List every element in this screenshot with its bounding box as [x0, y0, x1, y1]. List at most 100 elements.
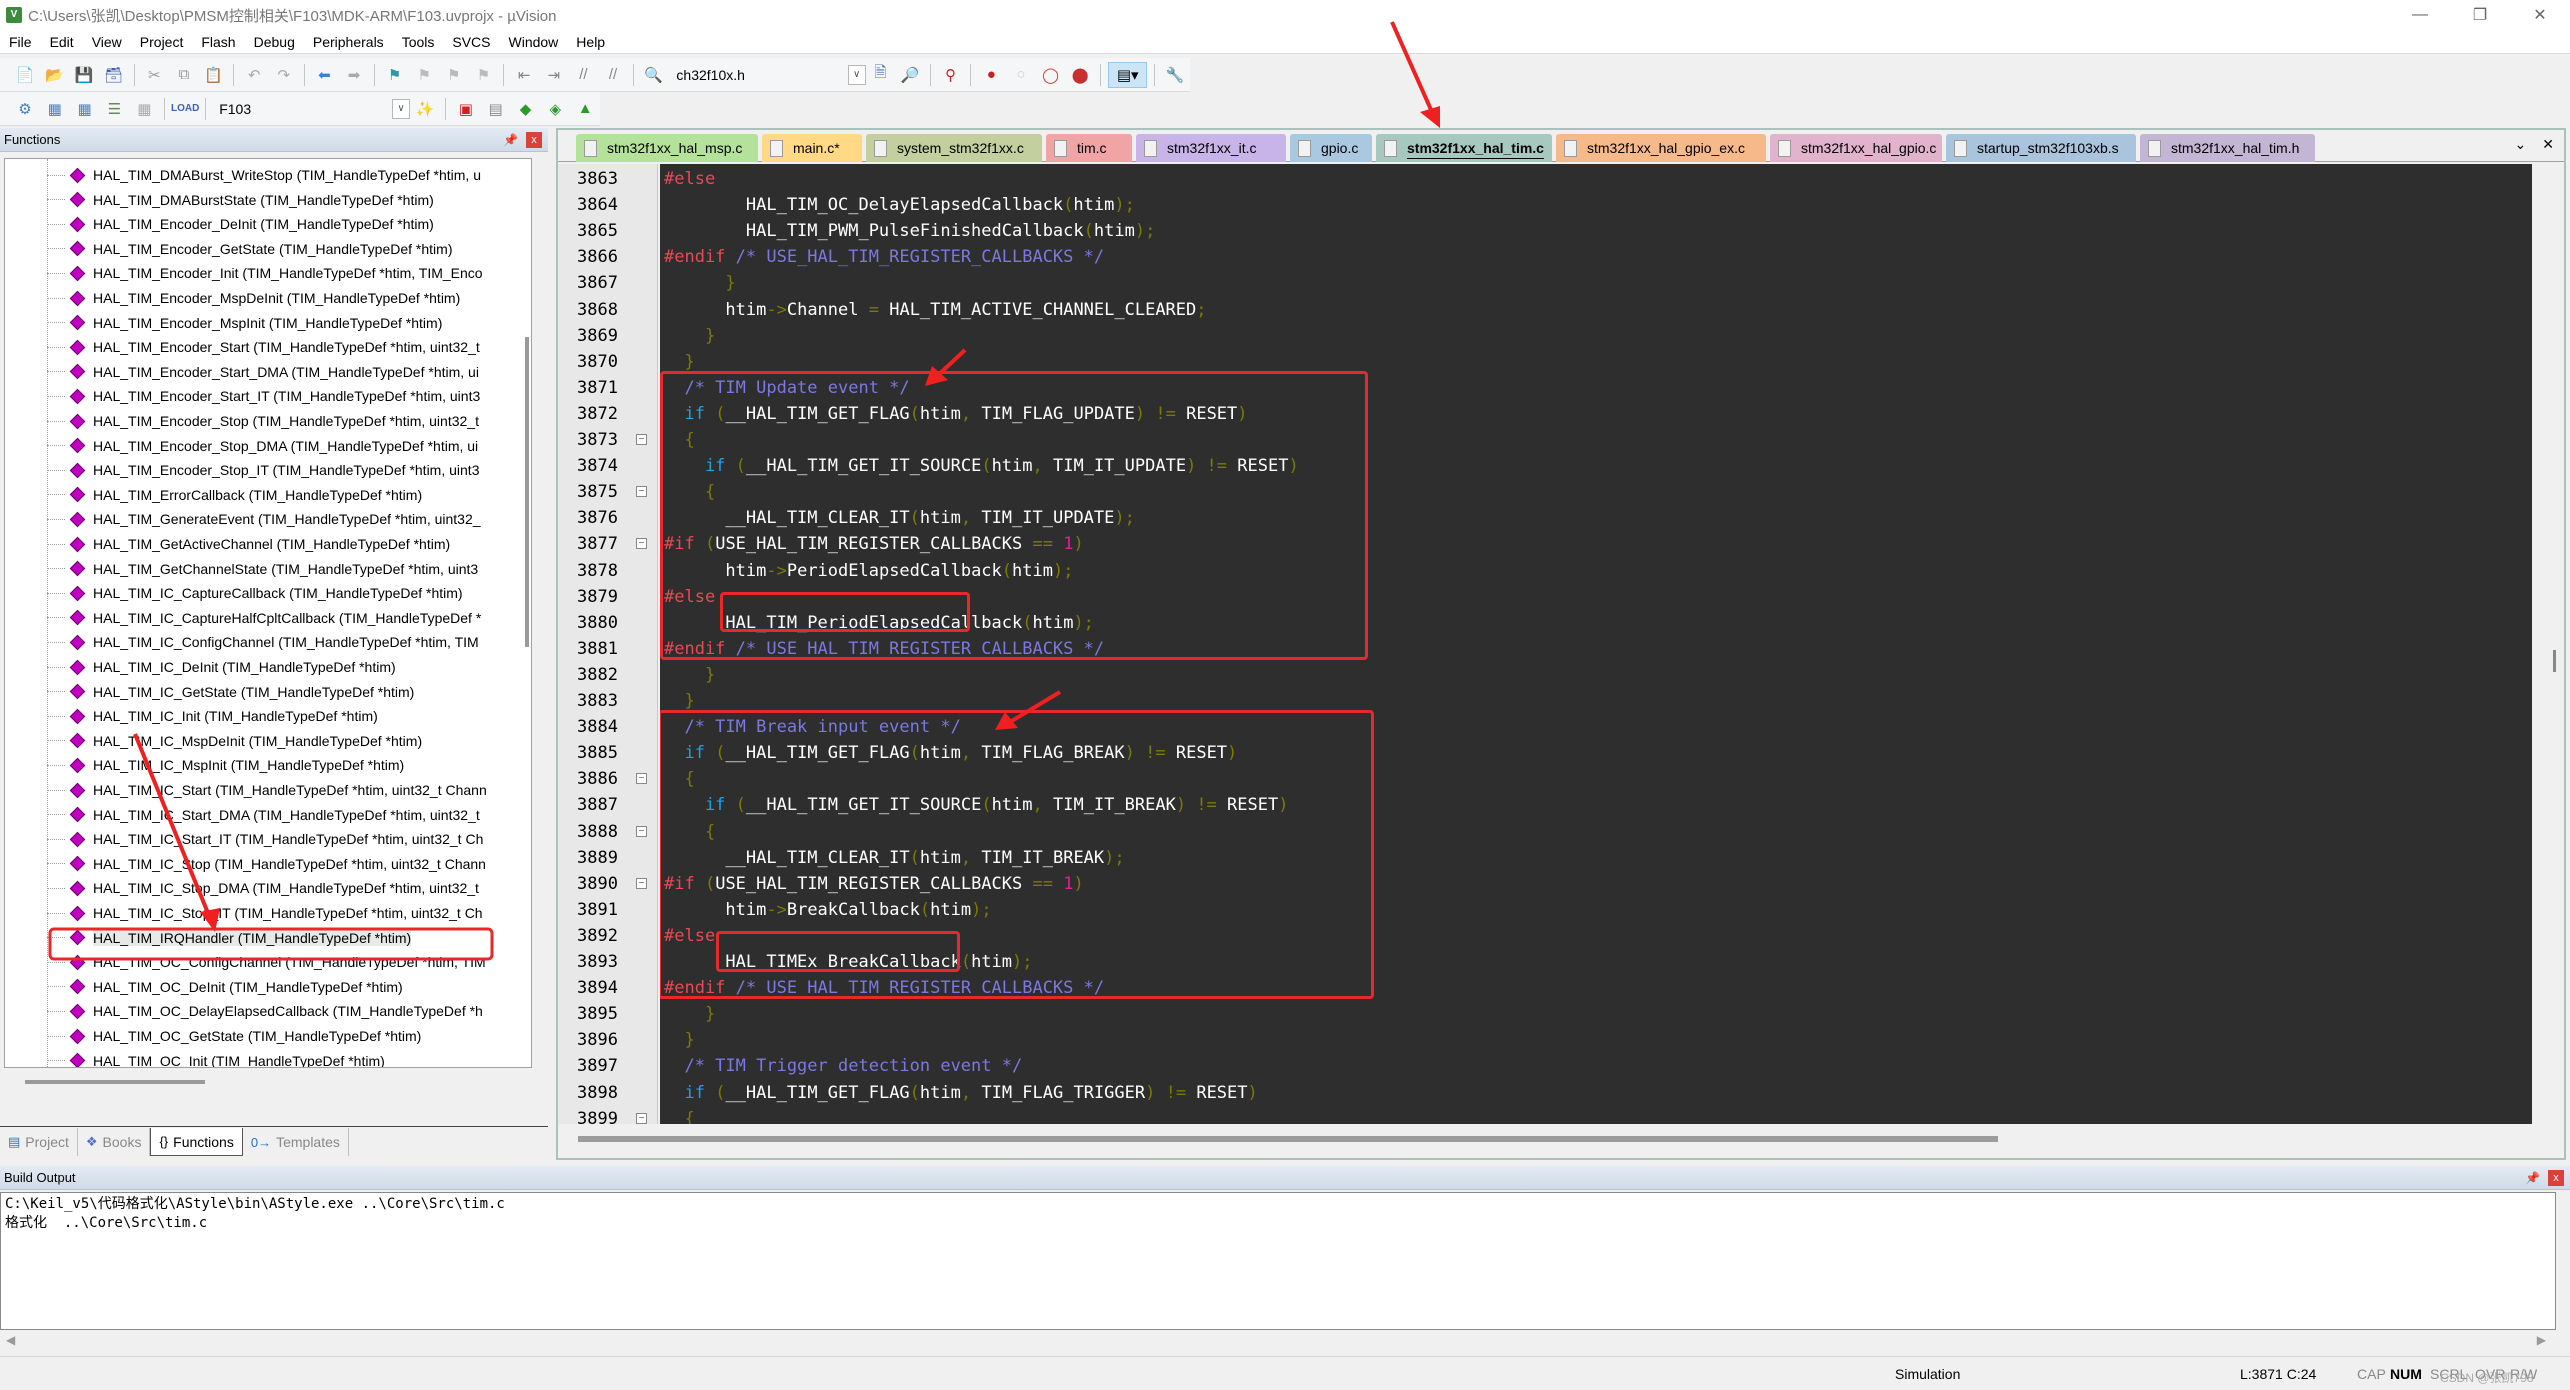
function-list-item[interactable]: HAL_TIM_IC_CaptureCallback (TIM_HandleTy… — [47, 581, 527, 605]
function-list-item[interactable]: HAL_TIM_OC_DeInit (TIM_HandleTypeDef *ht… — [47, 975, 527, 999]
function-list-item[interactable]: HAL_TIM_Encoder_Stop_IT (TIM_HandleTypeD… — [47, 458, 527, 482]
close-button[interactable]: ✕ — [2510, 0, 2570, 30]
scroll-right-icon[interactable]: ▶ — [2537, 1333, 2546, 1347]
project-environment-icon[interactable]: ▲ — [572, 96, 598, 122]
menu-window[interactable]: Window — [500, 34, 568, 50]
file-tab[interactable]: startup_stm32f103xb.s — [1946, 134, 2136, 162]
function-list-item[interactable]: HAL_TIM_Encoder_Start (TIM_HandleTypeDef… — [47, 335, 527, 359]
pin-icon[interactable]: 📌 — [503, 133, 518, 147]
configure-icon[interactable]: 🔧 — [1162, 62, 1188, 88]
function-list-item[interactable]: HAL_TIM_Encoder_Start_IT (TIM_HandleType… — [47, 384, 527, 408]
function-list-item[interactable]: HAL_TIM_IC_DeInit (TIM_HandleTypeDef *ht… — [47, 655, 527, 679]
close-panel-button[interactable]: x — [526, 131, 542, 148]
function-list-item[interactable]: HAL_TIM_ErrorCallback (TIM_HandleTypeDef… — [47, 483, 527, 507]
file-tab[interactable]: stm32f1xx_hal_tim.c — [1376, 134, 1552, 162]
debug-session-icon[interactable]: ⚲ — [938, 62, 964, 88]
function-list-item[interactable]: HAL_TIM_IC_Start_IT (TIM_HandleTypeDef *… — [47, 827, 527, 851]
function-list-item[interactable]: HAL_TIM_IRQHandler (TIM_HandleTypeDef *h… — [47, 926, 527, 950]
fold-toggle-icon[interactable]: − — [636, 486, 647, 498]
navigate-back-icon[interactable]: ⬅ — [312, 62, 338, 88]
disable-breakpoints-icon[interactable]: ◯ — [1038, 62, 1064, 88]
comment-icon[interactable]: // — [571, 62, 597, 88]
functions-vscroll-thumb[interactable] — [525, 337, 529, 647]
new-file-icon[interactable]: 📄 — [12, 62, 38, 88]
function-list-item[interactable]: HAL_TIM_Encoder_MspDeInit (TIM_HandleTyp… — [47, 286, 527, 310]
file-tab[interactable]: stm32f1xx_hal_tim.h — [2140, 134, 2315, 162]
insert-breakpoint-icon[interactable]: ● — [978, 62, 1004, 88]
file-tab[interactable]: stm32f1xx_it.c — [1136, 134, 1286, 162]
file-tab[interactable]: stm32f1xx_hal_gpio_ex.c — [1556, 134, 1766, 162]
tab-functions[interactable]: {} Functions — [150, 1128, 243, 1156]
tab-books[interactable]: ❖ Books — [78, 1128, 151, 1156]
find-combo[interactable]: ch32f10x.h ∨ — [668, 63, 866, 87]
fold-toggle-icon[interactable]: − — [636, 877, 647, 889]
close-panel-button[interactable]: x — [2548, 1169, 2564, 1186]
paste-icon[interactable]: 📋 — [201, 62, 227, 88]
functions-tree[interactable]: HAL_TIM_DMABurst_WriteStop (TIM_HandleTy… — [4, 158, 532, 1068]
file-tab[interactable]: gpio.c — [1290, 134, 1372, 162]
scroll-left-icon[interactable]: ◀ — [6, 1333, 15, 1347]
target-combo[interactable]: F103 ∨ — [211, 97, 411, 121]
build-hscroll[interactable]: ◀ ▶ — [0, 1330, 2556, 1352]
menu-svcs[interactable]: SVCS — [443, 34, 499, 50]
function-list-item[interactable]: HAL_TIM_OC_DelayElapsedCallback (TIM_Han… — [47, 999, 527, 1023]
editor-vscroll-thumb[interactable] — [2553, 650, 2556, 672]
target-options-icon[interactable]: ✨ — [412, 96, 438, 122]
enable-breakpoint-icon[interactable]: ○ — [1008, 62, 1034, 88]
prev-bookmark-icon[interactable]: ⚑ — [411, 62, 437, 88]
open-file-icon[interactable]: 📂 — [42, 62, 68, 88]
indent-icon[interactable]: ⇤ — [511, 62, 537, 88]
function-list-item[interactable]: HAL_TIM_IC_Init (TIM_HandleTypeDef *htim… — [47, 704, 527, 728]
function-list-item[interactable]: HAL_TIM_DMABurst_WriteStop (TIM_HandleTy… — [47, 163, 527, 187]
function-list-item[interactable]: HAL_TIM_Encoder_Stop (TIM_HandleTypeDef … — [47, 409, 527, 433]
window-layout-icon[interactable]: ▤▾ — [1107, 61, 1148, 88]
function-list-item[interactable]: HAL_TIM_IC_MspDeInit (TIM_HandleTypeDef … — [47, 729, 527, 753]
function-list-item[interactable]: HAL_TIM_Encoder_MspInit (TIM_HandleTypeD… — [47, 311, 527, 335]
function-list-item[interactable]: HAL_TIM_GetActiveChannel (TIM_HandleType… — [47, 532, 527, 556]
file-tab[interactable]: tim.c — [1046, 134, 1132, 162]
function-list-item[interactable]: HAL_TIM_OC_Init (TIM_HandleTypeDef *htim… — [47, 1049, 527, 1067]
kill-breakpoints-icon[interactable]: ⬤ — [1067, 62, 1093, 88]
code-area[interactable]: #else HAL_TIM_OC_DelayElapsedCallback(ht… — [660, 164, 2532, 1124]
file-tab[interactable]: system_stm32f1xx.c — [866, 134, 1042, 162]
menu-help[interactable]: Help — [567, 34, 614, 50]
fold-toggle-icon[interactable]: − — [636, 434, 647, 445]
function-list-item[interactable]: HAL_TIM_OC_GetState (TIM_HandleTypeDef *… — [47, 1024, 527, 1048]
close-tab-icon[interactable]: ✕ — [2542, 136, 2554, 153]
translate-icon[interactable]: ⚙ — [12, 96, 38, 122]
function-list-item[interactable]: HAL_TIM_GetChannelState (TIM_HandleTypeD… — [47, 557, 527, 581]
menu-flash[interactable]: Flash — [192, 34, 244, 50]
function-list-item[interactable]: HAL_TIM_IC_CaptureHalfCpltCallback (TIM_… — [47, 606, 527, 630]
function-list-item[interactable]: HAL_TIM_IC_Stop_DMA (TIM_HandleTypeDef *… — [47, 876, 527, 900]
chevron-down-icon[interactable]: ∨ — [847, 64, 866, 85]
save-icon[interactable]: 💾 — [71, 62, 97, 88]
find-icon[interactable]: 🗎 — [868, 62, 894, 88]
menu-debug[interactable]: Debug — [245, 34, 304, 50]
stop-build-icon[interactable]: ▦ — [131, 96, 157, 122]
function-list-item[interactable]: HAL_TIM_Encoder_GetState (TIM_HandleType… — [47, 237, 527, 261]
build-icon[interactable]: ▦ — [42, 96, 68, 122]
function-list-item[interactable]: HAL_TIM_IC_Stop (TIM_HandleTypeDef *htim… — [47, 852, 527, 876]
undo-icon[interactable]: ↶ — [241, 62, 267, 88]
pack-installer-icon[interactable]: ◈ — [542, 96, 568, 122]
fold-toggle-icon[interactable]: − — [636, 773, 647, 785]
select-packs-icon[interactable]: ▤ — [483, 96, 509, 122]
rebuild-icon[interactable]: ▦ — [72, 96, 98, 122]
function-list-item[interactable]: HAL_TIM_IC_GetState (TIM_HandleTypeDef *… — [47, 680, 527, 704]
menu-view[interactable]: View — [83, 34, 131, 50]
next-bookmark-icon[interactable]: ⚑ — [441, 62, 467, 88]
build-output-text[interactable]: C:\Keil_v5\代码格式化\AStyle\bin\AStyle.exe .… — [0, 1192, 2556, 1330]
find-in-files-icon[interactable]: 🔍 — [641, 62, 667, 88]
file-tab[interactable]: stm32f1xx_hal_gpio.c — [1770, 134, 1942, 162]
restore-button[interactable]: ❐ — [2450, 0, 2510, 30]
tab-project[interactable]: ▤ Project — [0, 1128, 78, 1156]
batch-build-icon[interactable]: ☰ — [102, 96, 128, 122]
menu-peripherals[interactable]: Peripherals — [304, 34, 393, 50]
download-load-icon[interactable]: LOAD — [171, 96, 199, 122]
fold-toggle-icon[interactable]: − — [636, 825, 647, 837]
function-list-item[interactable]: HAL_TIM_IC_Start (TIM_HandleTypeDef *hti… — [47, 778, 527, 802]
redo-icon[interactable]: ↷ — [271, 62, 297, 88]
pin-icon[interactable]: 📌 — [2525, 1171, 2540, 1185]
file-tab[interactable]: stm32f1xx_hal_msp.c — [576, 134, 758, 162]
function-list-item[interactable]: HAL_TIM_Encoder_DeInit (TIM_HandleTypeDe… — [47, 212, 527, 236]
